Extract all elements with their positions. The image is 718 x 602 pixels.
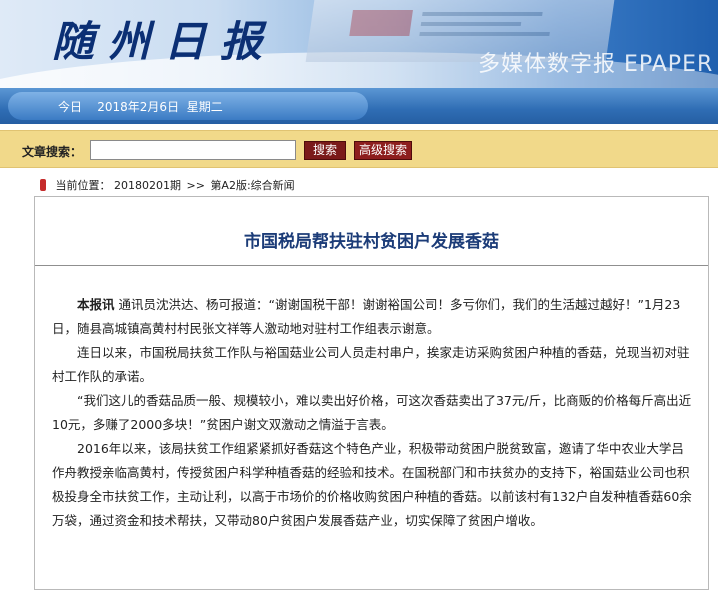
search-input[interactable] [90,140,296,160]
article-body: 本报讯 通讯员沈洪达、杨可报道：“谢谢国税干部！谢谢裕国公司！多亏你们，我们的生… [52,293,696,533]
breadcrumb: 当前位置： 20180201期 >> 第A2版:综合新闻 [40,177,295,193]
header-banner: 随州日报 多媒体数字报 EPAPER [0,0,718,88]
search-label: 文章搜索： [22,145,83,159]
site-logo[interactable]: 随州日报 [52,8,276,69]
article-paragraph: 连日以来，市国税局扶贫工作队与裕国菇业公司人员走村串户，挨家走访采购贫困户种植的… [52,345,690,384]
date-bar: 今日 2018年2月6日 星期二 [0,88,718,124]
location-marker-icon [40,179,46,191]
site-slogan: 多媒体数字报 EPAPER [478,52,714,77]
current-date: 今日 2018年2月6日 星期二 [58,100,223,114]
article-paragraph-text: 通讯员沈洪达、杨可报道：“谢谢国税干部！谢谢裕国公司！多亏你们，我们的生活越过越… [52,297,681,336]
breadcrumb-prefix: 当前位置： [55,179,111,192]
breadcrumb-section-link[interactable]: 第A2版:综合新闻 [210,179,294,192]
search-bar: 文章搜索： 搜索 高级搜索 [0,130,718,168]
search-button[interactable]: 搜索 [304,141,346,160]
article-paragraph: 本报讯 通讯员沈洪达、杨可报道：“谢谢国税干部！谢谢裕国公司！多亏你们，我们的生… [52,293,696,341]
newspaper-line [420,22,522,26]
article-lead-label: 本报讯 [77,297,115,312]
advanced-search-button[interactable]: 高级搜索 [354,141,412,160]
article-title: 市国税局帮扶驻村贫困户发展香菇 [244,232,499,252]
newspaper-line [419,32,550,36]
article-paragraph: “我们这儿的香菇品质一般、规模较小，难以卖出好价格，可这次香菇卖出了37元/斤，… [52,393,692,432]
newspaper-headline-block [349,10,413,36]
article-panel: 市国税局帮扶驻村贫困户发展香菇 本报讯 通讯员沈洪达、杨可报道：“谢谢国税干部！… [34,196,709,590]
breadcrumb-separator: >> [186,179,205,192]
newspaper-line [422,12,543,16]
breadcrumb-issue-link[interactable]: 20180201期 [114,179,181,192]
title-divider [35,265,708,266]
article-paragraph: 2016年以来，该局扶贫工作组紧紧抓好香菇这个特色产业，积极带动贫困户脱贫致富，… [52,441,692,528]
